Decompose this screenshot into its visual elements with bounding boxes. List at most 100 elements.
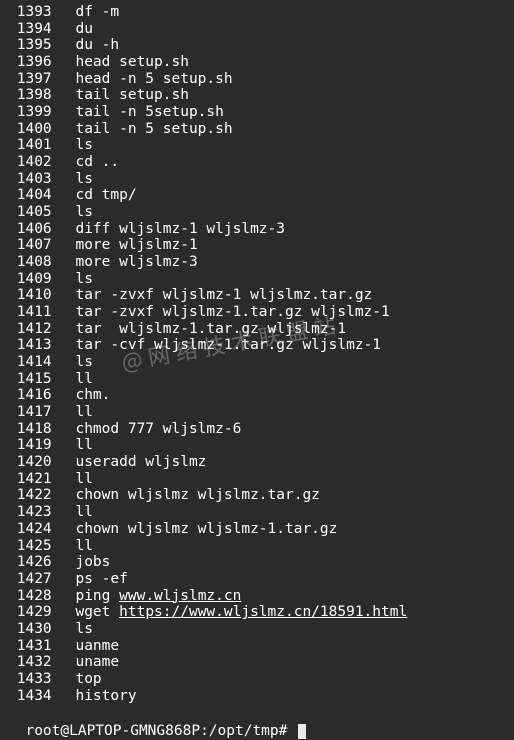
history-row: 1428 ping www.wljslmz.cn bbox=[8, 588, 510, 605]
history-row: 1413 tar -cvf wljslmz-1.tar.gz wljslmz-1 bbox=[8, 337, 510, 354]
history-command: cd tmp/ bbox=[75, 187, 136, 204]
history-lineno: 1433 bbox=[8, 671, 58, 688]
terminal-output: 1393 df -m 1394 du 1395 du -h 1396 head … bbox=[8, 4, 510, 704]
history-row: 1404 cd tmp/ bbox=[8, 187, 510, 204]
history-lineno: 1407 bbox=[8, 237, 58, 254]
history-lineno: 1424 bbox=[8, 521, 58, 538]
history-lineno: 1400 bbox=[8, 121, 58, 138]
history-lineno: 1404 bbox=[8, 187, 58, 204]
history-command: uname bbox=[75, 654, 119, 671]
history-lineno: 1419 bbox=[8, 437, 58, 454]
history-lineno: 1423 bbox=[8, 504, 58, 521]
history-lineno: 1431 bbox=[8, 638, 58, 655]
history-command: history bbox=[75, 688, 136, 705]
history-row: 1424 chown wljslmz wljslmz-1.tar.gz bbox=[8, 521, 510, 538]
history-row: 1416 chm. bbox=[8, 387, 510, 404]
history-lineno: 1429 bbox=[8, 604, 58, 621]
history-command: useradd wljslmz bbox=[75, 454, 206, 471]
history-lineno: 1425 bbox=[8, 538, 58, 555]
history-command: ping www.wljslmz.cn bbox=[75, 588, 241, 605]
history-row: 1400 tail -n 5 setup.sh bbox=[8, 121, 510, 138]
history-row: 1393 df -m bbox=[8, 4, 510, 21]
history-lineno: 1428 bbox=[8, 588, 58, 605]
history-row: 1420 useradd wljslmz bbox=[8, 454, 510, 471]
history-command: head setup.sh bbox=[75, 54, 189, 71]
history-row: 1430 ls bbox=[8, 621, 510, 638]
history-lineno: 1402 bbox=[8, 154, 58, 171]
history-command: ls bbox=[75, 204, 92, 221]
history-lineno: 1427 bbox=[8, 571, 58, 588]
history-row: 1411 tar -zvxf wljslmz-1.tar.gz wljslmz-… bbox=[8, 304, 510, 321]
history-row: 1423 ll bbox=[8, 504, 510, 521]
shell-prompt-line[interactable]: root@LAPTOP-GMNG868P:/opt/tmp# bbox=[8, 704, 510, 739]
history-command: ls bbox=[75, 621, 92, 638]
history-row: 1396 head setup.sh bbox=[8, 54, 510, 71]
history-lineno: 1417 bbox=[8, 404, 58, 421]
history-command: tar wljslmz-1.tar.gz wljslmz-1 bbox=[75, 321, 346, 338]
history-command: chmod 777 wljslmz-6 bbox=[75, 421, 241, 438]
history-command: ls bbox=[75, 137, 92, 154]
history-row: 1397 head -n 5 setup.sh bbox=[8, 71, 510, 88]
history-lineno: 1430 bbox=[8, 621, 58, 638]
history-lineno: 1421 bbox=[8, 471, 58, 488]
history-lineno: 1395 bbox=[8, 37, 58, 54]
history-lineno: 1422 bbox=[8, 487, 58, 504]
history-lineno: 1416 bbox=[8, 387, 58, 404]
history-command: jobs bbox=[75, 554, 110, 571]
history-lineno: 1413 bbox=[8, 337, 58, 354]
history-row: 1415 ll bbox=[8, 371, 510, 388]
history-command: ls bbox=[75, 271, 92, 288]
history-lineno: 1410 bbox=[8, 287, 58, 304]
history-lineno: 1432 bbox=[8, 654, 58, 671]
history-row: 1422 chown wljslmz wljslmz.tar.gz bbox=[8, 487, 510, 504]
history-row: 1401 ls bbox=[8, 137, 510, 154]
cursor-block bbox=[298, 724, 306, 739]
history-command: ll bbox=[75, 371, 92, 388]
history-command: more wljslmz-1 bbox=[75, 237, 197, 254]
history-lineno: 1412 bbox=[8, 321, 58, 338]
history-command: ls bbox=[75, 354, 92, 371]
history-lineno: 1397 bbox=[8, 71, 58, 88]
history-link[interactable]: www.wljslmz.cn bbox=[119, 588, 241, 604]
history-row: 1433 top bbox=[8, 671, 510, 688]
history-row: 1402 cd .. bbox=[8, 154, 510, 171]
history-row: 1398 tail setup.sh bbox=[8, 87, 510, 104]
history-row: 1425 ll bbox=[8, 538, 510, 555]
history-lineno: 1403 bbox=[8, 171, 58, 188]
history-row: 1434 history bbox=[8, 688, 510, 705]
history-lineno: 1426 bbox=[8, 554, 58, 571]
history-command: ll bbox=[75, 504, 92, 521]
history-row: 1409 ls bbox=[8, 271, 510, 288]
history-row: 1407 more wljslmz-1 bbox=[8, 237, 510, 254]
history-row: 1429 wget https://www.wljslmz.cn/18591.h… bbox=[8, 604, 510, 621]
history-row: 1403 ls bbox=[8, 171, 510, 188]
history-row: 1406 diff wljslmz-1 wljslmz-3 bbox=[8, 221, 510, 238]
history-row: 1417 ll bbox=[8, 404, 510, 421]
history-command: du bbox=[75, 21, 92, 38]
history-command: uanme bbox=[75, 638, 119, 655]
history-lineno: 1411 bbox=[8, 304, 58, 321]
history-row: 1408 more wljslmz-3 bbox=[8, 254, 510, 271]
history-command: ll bbox=[75, 437, 92, 454]
history-lineno: 1434 bbox=[8, 688, 58, 705]
history-command: ll bbox=[75, 471, 92, 488]
history-row: 1394 du bbox=[8, 21, 510, 38]
history-command: tail setup.sh bbox=[75, 87, 189, 104]
history-lineno: 1398 bbox=[8, 87, 58, 104]
history-command: wget https://www.wljslmz.cn/18591.html bbox=[75, 604, 407, 621]
history-row: 1427 ps -ef bbox=[8, 571, 510, 588]
history-row: 1431 uanme bbox=[8, 638, 510, 655]
history-command: tail -n 5setup.sh bbox=[75, 104, 223, 121]
history-command: cd .. bbox=[75, 154, 119, 171]
history-lineno: 1394 bbox=[8, 21, 58, 38]
history-link[interactable]: https://www.wljslmz.cn/18591.html bbox=[119, 604, 407, 620]
history-command: df -m bbox=[75, 4, 119, 21]
history-command: chm. bbox=[75, 387, 110, 404]
history-row: 1426 jobs bbox=[8, 554, 510, 571]
history-row: 1399 tail -n 5setup.sh bbox=[8, 104, 510, 121]
history-command: tar -cvf wljslmz-1.tar.gz wljslmz-1 bbox=[75, 337, 381, 354]
history-command: ll bbox=[75, 538, 92, 555]
history-command: tar -zvxf wljslmz-1.tar.gz wljslmz-1 bbox=[75, 304, 389, 321]
history-command: diff wljslmz-1 wljslmz-3 bbox=[75, 221, 285, 238]
history-lineno: 1406 bbox=[8, 221, 58, 238]
